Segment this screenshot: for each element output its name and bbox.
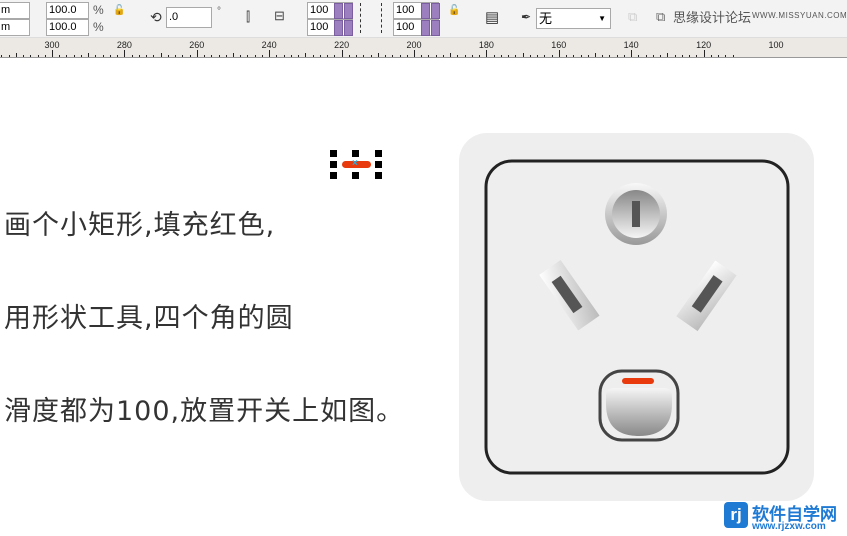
rj-logo-icon: rj: [724, 502, 748, 528]
switch-red-indicator: [622, 378, 654, 384]
earth-pin-slot: [632, 201, 640, 227]
logo-url: www.rjzxw.com: [752, 521, 826, 532]
footer-logo: rj 软件自学网 www.rjzxw.com: [722, 501, 847, 536]
switch-button: [606, 388, 672, 436]
socket-illustration: [459, 133, 814, 501]
